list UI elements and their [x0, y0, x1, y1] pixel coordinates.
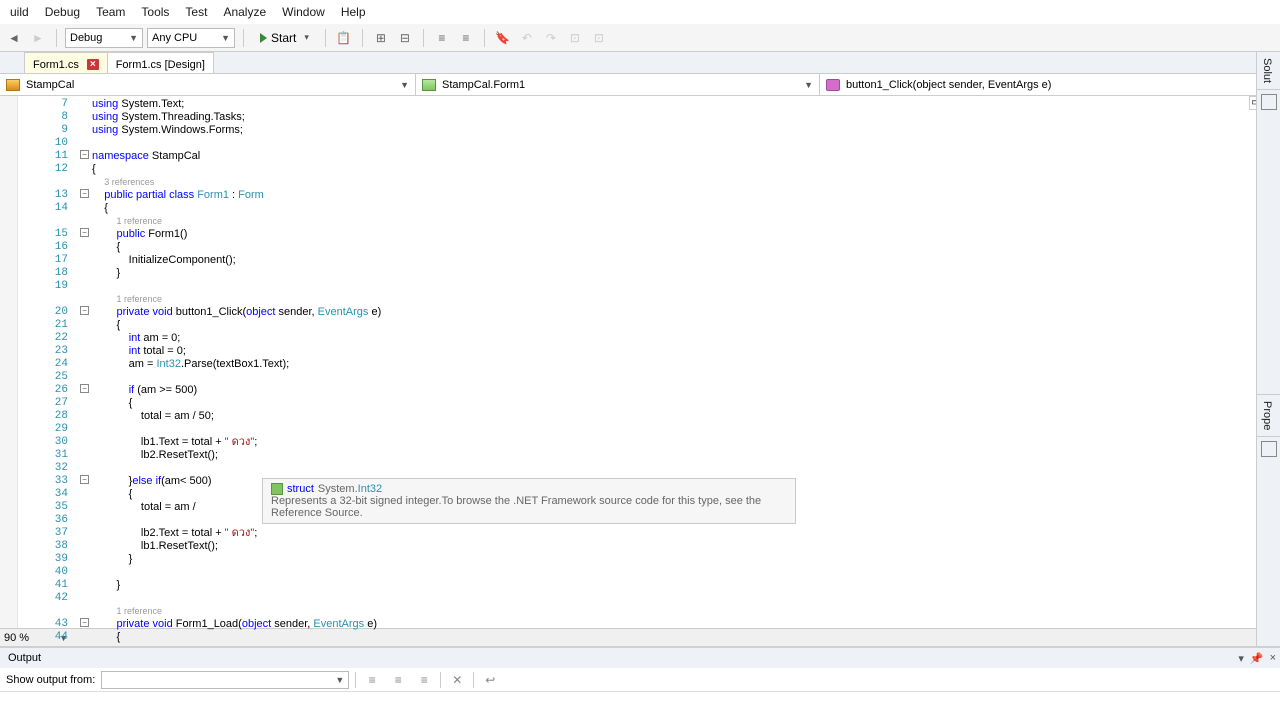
play-icon: [260, 33, 267, 43]
toolbar-btn[interactable]: ⊟: [395, 28, 415, 48]
output-title: Output: [8, 652, 41, 664]
separator: [473, 672, 474, 688]
chevron-down-icon: ▾: [304, 32, 309, 43]
nav-project-combo[interactable]: StampCal▼: [0, 74, 416, 95]
outline-toggle-icon[interactable]: −: [80, 384, 89, 393]
pin-icon[interactable]: 📌: [1250, 652, 1264, 665]
menu-build[interactable]: uild: [2, 2, 37, 22]
output-source-combo[interactable]: ▼: [101, 671, 349, 689]
code-navbar: StampCal▼ StampCal.Form1▼ button1_Click(…: [0, 74, 1280, 96]
toolbar: ◄ ► Debug▼ Any CPU▼ Start▾ 📋 ⊞ ⊟ ≡ ≡ 🔖 ↶…: [0, 24, 1280, 52]
side-panel-right: Solut Prope: [1256, 52, 1280, 646]
output-panel: Output ▾ 📌 × Show output from: ▼ ≡ ≡ ≡ ✕…: [0, 646, 1280, 724]
indent-left-icon[interactable]: ≡: [432, 28, 452, 48]
toolbar-btn[interactable]: ⊡: [565, 28, 585, 48]
code-area[interactable]: using System.Text;using System.Threading…: [92, 96, 1263, 628]
outline-toggle-icon[interactable]: −: [80, 228, 89, 237]
output-header: Output ▾ 📌 ×: [0, 648, 1280, 668]
separator: [440, 672, 441, 688]
separator: [362, 29, 363, 47]
nav-fwd-icon: ►: [28, 28, 48, 48]
clear-icon[interactable]: ✕: [447, 670, 467, 690]
menu-analyze[interactable]: Analyze: [215, 2, 274, 22]
toolbar-btn[interactable]: 📋: [334, 28, 354, 48]
toolbar-btn[interactable]: ≡: [388, 670, 408, 690]
outline-column: − − − − − − −: [78, 96, 92, 628]
outline-toggle-icon[interactable]: −: [80, 150, 89, 159]
chevron-down-icon: ▼: [221, 33, 230, 43]
chevron-down-icon: ▼: [804, 80, 813, 90]
menu-help[interactable]: Help: [333, 2, 374, 22]
line-number-gutter: 7891011121314151617181920212223242526272…: [18, 96, 78, 628]
outline-toggle-icon[interactable]: −: [80, 189, 89, 198]
tooltip-desc: Represents a 32-bit signed integer.To br…: [271, 495, 787, 519]
menu-test[interactable]: Test: [177, 2, 215, 22]
dropdown-icon[interactable]: ▾: [1238, 652, 1244, 665]
outline-toggle-icon[interactable]: −: [80, 306, 89, 315]
show-output-label: Show output from:: [6, 674, 95, 686]
menu-team[interactable]: Team: [88, 2, 133, 22]
document-tabs: Form1.cs× Form1.cs [Design] ▾: [0, 52, 1280, 74]
tab-form1-cs[interactable]: Form1.cs×: [24, 52, 108, 73]
menu-debug[interactable]: Debug: [37, 2, 88, 22]
wrap-icon[interactable]: ↩: [480, 670, 500, 690]
chevron-down-icon: ▼: [400, 80, 409, 90]
platform-combo[interactable]: Any CPU▼: [147, 28, 235, 48]
output-toolbar: Show output from: ▼ ≡ ≡ ≡ ✕ ↩: [0, 668, 1280, 692]
tab-form1-design[interactable]: Form1.cs [Design]: [107, 52, 214, 73]
chevron-down-icon: ▼: [335, 675, 344, 685]
properties-tab[interactable]: Prope: [1257, 395, 1277, 436]
close-icon[interactable]: ×: [1270, 652, 1276, 665]
menu-bar: uild Debug Team Tools Test Analyze Windo…: [0, 0, 1280, 24]
indent-right-icon[interactable]: ≡: [456, 28, 476, 48]
quickinfo-tooltip: struct System.Int32 Represents a 32-bit …: [262, 478, 796, 524]
project-icon: [6, 79, 20, 91]
separator: [484, 29, 485, 47]
nav-back-icon[interactable]: ◄: [4, 28, 24, 48]
outline-toggle-icon[interactable]: −: [80, 618, 89, 627]
solution-explorer-tab[interactable]: Solut: [1257, 52, 1277, 89]
chevron-down-icon: ▼: [129, 33, 138, 43]
panel-icon[interactable]: [1261, 441, 1277, 457]
struct-icon: [271, 483, 283, 495]
class-icon: [422, 79, 436, 91]
outline-toggle-icon[interactable]: −: [80, 475, 89, 484]
separator: [325, 29, 326, 47]
toolbar-btn[interactable]: ↷: [541, 28, 561, 48]
bookmark-icon[interactable]: 🔖: [493, 28, 513, 48]
margin-column: [0, 96, 18, 628]
config-combo[interactable]: Debug▼: [65, 28, 143, 48]
toolbar-btn[interactable]: ↶: [517, 28, 537, 48]
menu-tools[interactable]: Tools: [133, 2, 177, 22]
menu-window[interactable]: Window: [274, 2, 333, 22]
separator: [423, 29, 424, 47]
toolbar-btn[interactable]: ⊡: [589, 28, 609, 48]
nav-class-combo[interactable]: StampCal.Form1▼: [416, 74, 820, 95]
method-icon: [826, 79, 840, 91]
nav-member-combo[interactable]: button1_Click(object sender, EventArgs e…: [820, 74, 1280, 95]
start-button[interactable]: Start▾: [252, 28, 317, 48]
close-icon[interactable]: ×: [87, 59, 99, 70]
code-editor[interactable]: 7891011121314151617181920212223242526272…: [0, 96, 1280, 628]
toolbar-btn[interactable]: ≡: [414, 670, 434, 690]
output-body[interactable]: [0, 692, 1280, 724]
toolbar-btn[interactable]: ≡: [362, 670, 382, 690]
separator: [355, 672, 356, 688]
separator: [243, 29, 244, 47]
panel-icon[interactable]: [1261, 94, 1277, 110]
toolbar-btn[interactable]: ⊞: [371, 28, 391, 48]
separator: [56, 29, 57, 47]
